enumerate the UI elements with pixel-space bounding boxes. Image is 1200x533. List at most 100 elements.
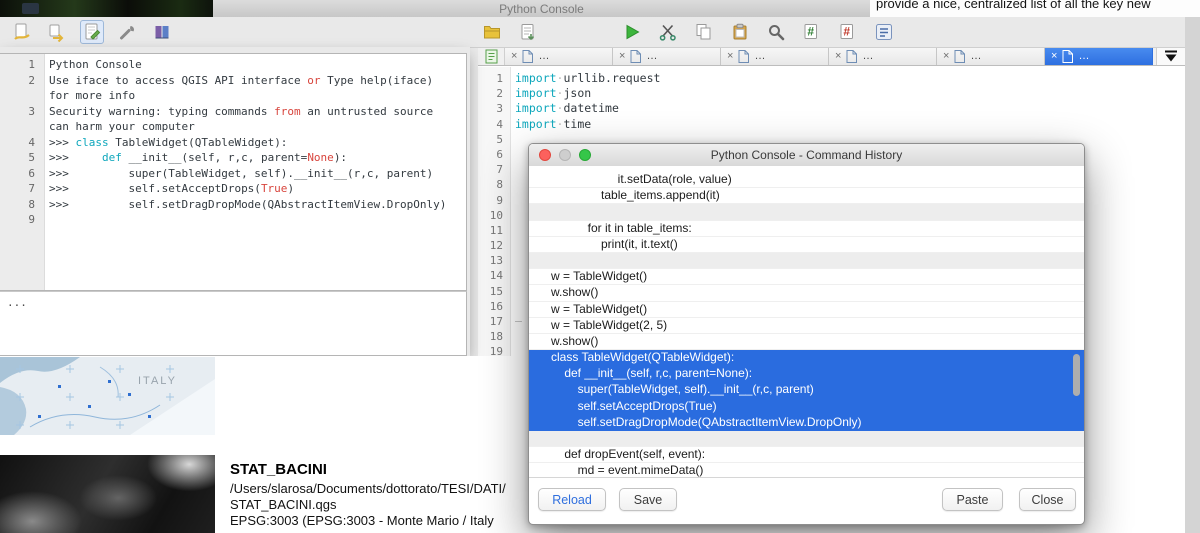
tab-doc-icon [738, 50, 749, 63]
history-row[interactable]: class TableWidget(QTableWidget): [529, 350, 1084, 366]
history-row[interactable]: w.show() [529, 334, 1084, 350]
recent-project-item[interactable]: ITALY [0, 357, 215, 435]
open-script-icon[interactable] [480, 20, 504, 44]
find-text-icon[interactable] [764, 20, 788, 44]
svg-text:#: # [843, 25, 850, 39]
history-row[interactable]: md = event.mimeData() [529, 463, 1084, 478]
python-console-titlebar[interactable]: Python Console [213, 0, 870, 17]
line-number: 18 [478, 329, 510, 344]
zoom-traffic-light-icon[interactable] [579, 149, 591, 161]
history-row[interactable]: self.setAcceptDrops(True) [529, 399, 1084, 415]
console-input-prompt: ... [7, 296, 27, 309]
close-button[interactable]: Close [1019, 488, 1076, 511]
object-inspector-icon[interactable] [872, 20, 896, 44]
code-line: can harm your computer [0, 119, 466, 135]
code-line: 5>>> def __init__(self, r,c, parent=None… [0, 150, 466, 166]
history-row[interactable] [529, 253, 1084, 269]
run-script-icon[interactable] [620, 20, 644, 44]
editor-tab-selected[interactable]: ×… [1045, 47, 1153, 65]
editor-tab[interactable]: ×… [937, 47, 1045, 65]
tab-label: … [862, 50, 873, 62]
history-row[interactable]: def __init__(self, r,c, parent=None): [529, 366, 1084, 382]
console-toolbar-left-group [10, 20, 174, 44]
line-number: 6 [478, 147, 510, 162]
history-row[interactable]: print(it, it.text() [529, 237, 1084, 253]
line-number [0, 88, 44, 104]
code-line: 8>>> self.setDragDropMode(QAbstractItemV… [0, 197, 466, 213]
show-editor-icon[interactable] [80, 20, 104, 44]
tab-close-icon[interactable]: × [1051, 51, 1057, 62]
satellite-thumbnail [0, 455, 215, 533]
history-row[interactable]: w = TableWidget(2, 5) [529, 318, 1084, 334]
map-region-label: ITALY [138, 375, 177, 387]
paste-icon[interactable] [728, 20, 752, 44]
tab-close-icon[interactable]: × [943, 51, 949, 62]
svg-text:#: # [807, 25, 814, 39]
history-scrollbar-thumb[interactable] [1073, 354, 1080, 396]
save-button[interactable]: Save [619, 488, 677, 511]
history-row[interactable] [529, 431, 1084, 447]
save-script-icon[interactable] [516, 20, 540, 44]
editor-tab[interactable]: ×… [505, 47, 613, 65]
tab-doc-icon [846, 50, 857, 63]
history-row[interactable]: super(TableWidget, self).__init__(r,c, p… [529, 382, 1084, 398]
cut-icon[interactable] [656, 20, 680, 44]
import-class-icon[interactable] [45, 20, 69, 44]
console-input-area[interactable]: ... [0, 291, 467, 356]
help-icon[interactable] [150, 20, 174, 44]
history-row[interactable]: w = TableWidget() [529, 269, 1084, 285]
options-icon[interactable] [115, 20, 139, 44]
tab-close-icon[interactable]: × [619, 51, 625, 62]
project-crs: EPSG:3003 (EPSG:3003 - Monte Mario / Ita… [230, 513, 545, 529]
window-title: Python Console [499, 2, 584, 16]
editor-tab[interactable]: ×… [829, 47, 937, 65]
history-row[interactable]: w.show() [529, 285, 1084, 301]
line-number: 4 [478, 117, 510, 132]
line-number: 7 [478, 162, 510, 177]
copy-icon[interactable] [692, 20, 716, 44]
line-number: 3 [478, 101, 510, 116]
tab-close-icon[interactable]: × [727, 51, 733, 62]
line-number [0, 119, 44, 135]
screen: Python Console provide a nice, centraliz… [0, 0, 1200, 533]
editor-tab[interactable]: ×… [721, 47, 829, 65]
project-path-line1: /Users/slarosa/Documents/dottorato/TESI/… [230, 481, 545, 497]
code-line: for more info [0, 88, 466, 104]
history-row[interactable]: def dropEvent(self, event): [529, 447, 1084, 463]
console-toolbar: ## [0, 17, 1185, 48]
code-line: 9 [0, 212, 466, 228]
history-row[interactable]: self.setDragDropMode(QAbstractItemView.D… [529, 415, 1084, 431]
tab-doc-icon [954, 50, 965, 63]
comment-icon[interactable]: # [800, 20, 824, 44]
uncomment-icon[interactable]: # [836, 20, 860, 44]
python-console-pane: 1Python Console2Use iface to access QGIS… [0, 47, 470, 356]
line-number: 2 [0, 73, 44, 89]
code-line: 1Python Console [0, 57, 466, 73]
line-number: 17 [478, 314, 510, 329]
history-row[interactable]: for it in table_items: [529, 221, 1084, 237]
tab-label: … [538, 50, 549, 62]
tab-list-dropdown[interactable] [1156, 47, 1185, 65]
reload-button[interactable]: Reload [538, 488, 606, 511]
minimize-traffic-light-icon[interactable] [559, 149, 571, 161]
desktop-window-fragment [22, 3, 39, 14]
tab-doc-icon [522, 50, 533, 63]
history-row[interactable]: it.setData(role, value) [529, 172, 1084, 188]
tab-label: … [646, 50, 657, 62]
desktop-wallpaper [0, 0, 213, 17]
clear-console-icon[interactable] [10, 20, 34, 44]
close-traffic-light-icon[interactable] [539, 149, 551, 161]
code-line: 2Use iface to access QGIS API interface … [0, 73, 466, 89]
tab-close-icon[interactable]: × [511, 51, 517, 62]
editor-tab[interactable]: ×… [613, 47, 721, 65]
background-window-edge [1185, 17, 1200, 533]
history-row[interactable] [529, 204, 1084, 220]
history-row[interactable]: w = TableWidget() [529, 302, 1084, 318]
line-number: 5 [0, 150, 44, 166]
command-history-dialog: Python Console - Command History it.setD… [528, 143, 1085, 525]
tab-close-icon[interactable]: × [835, 51, 841, 62]
history-row[interactable]: table_items.append(it) [529, 188, 1084, 204]
tab-doc-icon [1062, 50, 1073, 63]
dialog-titlebar[interactable]: Python Console - Command History [529, 144, 1084, 167]
paste-button[interactable]: Paste [942, 488, 1003, 511]
